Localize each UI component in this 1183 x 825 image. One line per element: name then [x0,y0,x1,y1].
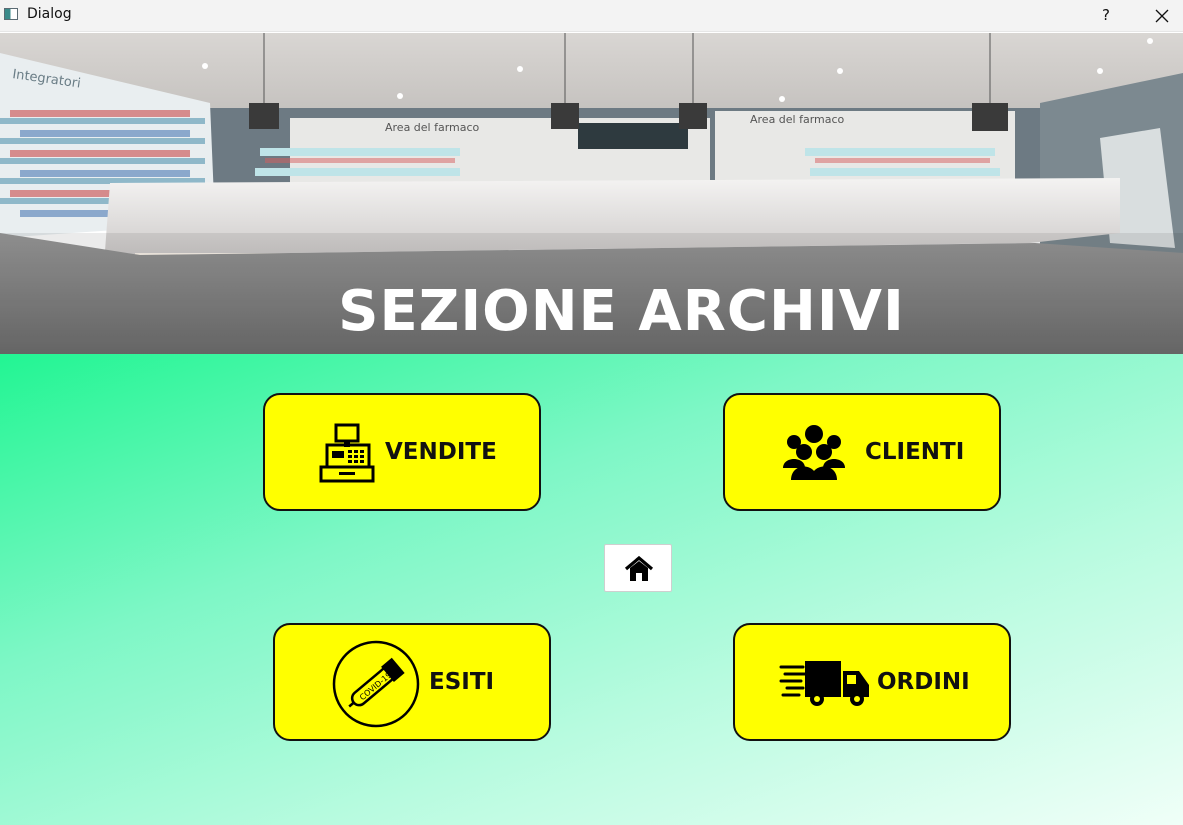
pharmacy-banner: Area del farmaco Area del farmaco Integr… [0,33,1183,354]
window-titlebar: Dialog ? [0,0,1183,32]
home-button[interactable] [604,544,672,592]
clienti-label: CLIENTI [865,439,965,465]
close-icon [1155,9,1169,23]
delivery-truck-icon [779,661,869,706]
cash-register-icon [319,423,375,483]
archive-menu-area: VENDITE CLIENTI COVID-19 ESITI ORDINI [0,354,1183,825]
covid-test-tube-icon: COVID-19 [332,640,420,728]
ordini-label: ORDINI [877,669,970,695]
help-button[interactable]: ? [1088,0,1124,32]
close-button[interactable] [1140,0,1183,32]
people-group-icon [783,425,845,480]
esiti-button[interactable]: COVID-19 ESITI [273,623,551,741]
svg-text:Area del farmaco: Area del farmaco [385,121,480,134]
app-icon [4,8,18,20]
vendite-label: VENDITE [385,439,497,465]
clienti-button[interactable]: CLIENTI [723,393,1001,511]
svg-text:Area del farmaco: Area del farmaco [750,113,845,126]
vendite-button[interactable]: VENDITE [263,393,541,511]
home-icon [624,556,654,581]
ordini-button[interactable]: ORDINI [733,623,1011,741]
window-title: Dialog [27,6,72,22]
section-title: SEZIONE ARCHIVI [338,279,905,344]
esiti-label: ESITI [429,669,495,695]
